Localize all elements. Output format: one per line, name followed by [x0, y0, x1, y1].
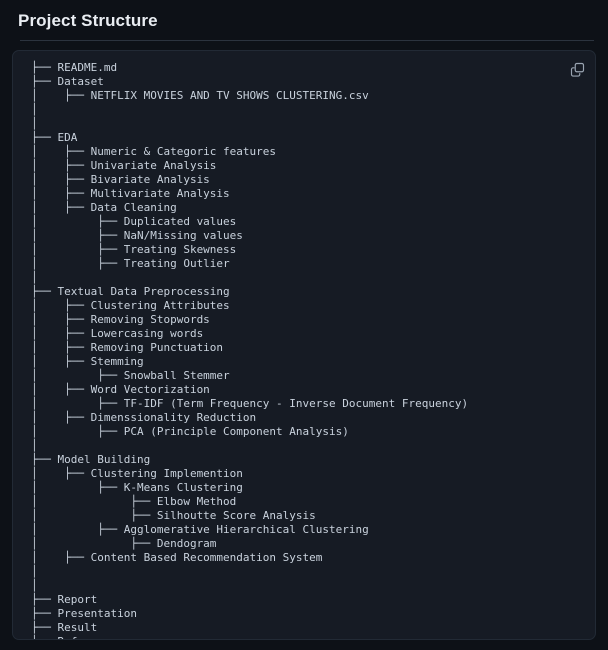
copy-icon — [570, 62, 585, 77]
project-structure-page: Project Structure ├── README.md ├── Data… — [0, 0, 608, 650]
page-title: Project Structure — [18, 11, 158, 30]
project-tree: ├── README.md ├── Dataset │ ├── NETFLIX … — [31, 61, 469, 639]
project-structure-panel: ├── README.md ├── Dataset │ ├── NETFLIX … — [12, 50, 596, 640]
code-scroll-area[interactable]: ├── README.md ├── Dataset │ ├── NETFLIX … — [13, 51, 595, 639]
page-header: Project Structure — [0, 0, 608, 41]
copy-button[interactable] — [565, 57, 589, 81]
code-panel-wrapper: ├── README.md ├── Dataset │ ├── NETFLIX … — [0, 41, 608, 650]
